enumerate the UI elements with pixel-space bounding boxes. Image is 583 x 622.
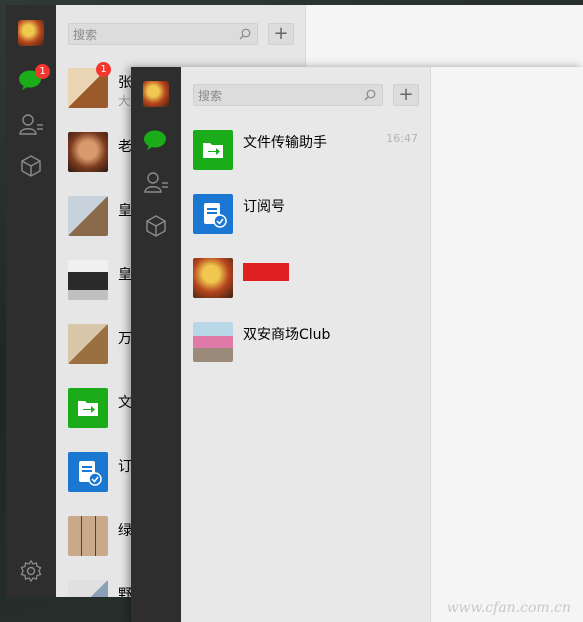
search-icon — [239, 28, 251, 40]
add-button[interactable]: + — [268, 23, 294, 45]
chat-icon[interactable] — [143, 127, 169, 153]
conversation-item[interactable]: 双安商场Club — [181, 310, 430, 374]
watermark: www.cfan.com.cn — [446, 600, 571, 616]
conversation-preview: 大 — [118, 94, 131, 108]
redacted-name-block — [243, 263, 289, 281]
search-input[interactable] — [69, 25, 257, 45]
contact-avatar — [193, 322, 233, 362]
group-avatar — [68, 516, 108, 556]
foreground-wechat-window: + 文件传输助手 16:47 订阅号 — [131, 67, 583, 622]
conversation-name: 绿 — [118, 523, 132, 539]
favorites-box-icon[interactable] — [18, 153, 44, 179]
conversation-name: 张 — [118, 75, 132, 91]
contact-avatar — [193, 258, 233, 298]
conversation-name: 野 — [118, 587, 132, 597]
contacts-icon[interactable] — [18, 112, 44, 138]
conversation-name: 订阅号 — [243, 199, 285, 215]
user-avatar[interactable] — [143, 81, 169, 107]
search-input[interactable] — [194, 86, 382, 106]
file-transfer-icon — [68, 388, 108, 428]
search-box[interactable] — [68, 23, 258, 45]
sidebar — [131, 67, 181, 622]
conversation-name: 老 — [118, 139, 132, 155]
conversation-item[interactable]: 文件传输助手 16:47 — [181, 118, 430, 182]
conversation-time: 16:47 — [386, 132, 418, 145]
subscription-icon — [68, 452, 108, 492]
contact-avatar — [68, 260, 108, 300]
chat-area — [431, 67, 583, 622]
conversation-name: 双安商场Club — [243, 327, 331, 343]
conversation-list: + 文件传输助手 16:47 订阅号 — [181, 67, 431, 622]
conversation-name: 皇 — [118, 203, 132, 219]
unread-badge: 1 — [96, 62, 111, 77]
subscription-icon — [193, 194, 233, 234]
user-avatar[interactable] — [18, 20, 44, 46]
favorites-box-icon[interactable] — [143, 213, 169, 239]
conversation-name: 文 — [118, 395, 132, 411]
add-button[interactable]: + — [393, 84, 419, 106]
unread-badge: 1 — [35, 64, 50, 79]
settings-gear-icon[interactable] — [19, 559, 43, 583]
conversation-name: 订 — [118, 459, 132, 475]
contacts-icon[interactable] — [143, 170, 169, 196]
conversation-name: 万 — [118, 331, 132, 347]
search-icon — [364, 89, 376, 101]
conversation-name: 文件传输助手 — [243, 135, 327, 151]
search-box[interactable] — [193, 84, 383, 106]
conversation-item[interactable] — [181, 246, 430, 310]
conversation-item[interactable]: 订阅号 — [181, 182, 430, 246]
group-avatar — [68, 580, 108, 597]
file-transfer-icon — [193, 130, 233, 170]
sidebar: 1 — [6, 5, 56, 597]
group-avatar — [68, 324, 108, 364]
conversation-name: 皇 — [118, 267, 132, 283]
group-avatar — [68, 196, 108, 236]
contact-avatar — [68, 132, 108, 172]
